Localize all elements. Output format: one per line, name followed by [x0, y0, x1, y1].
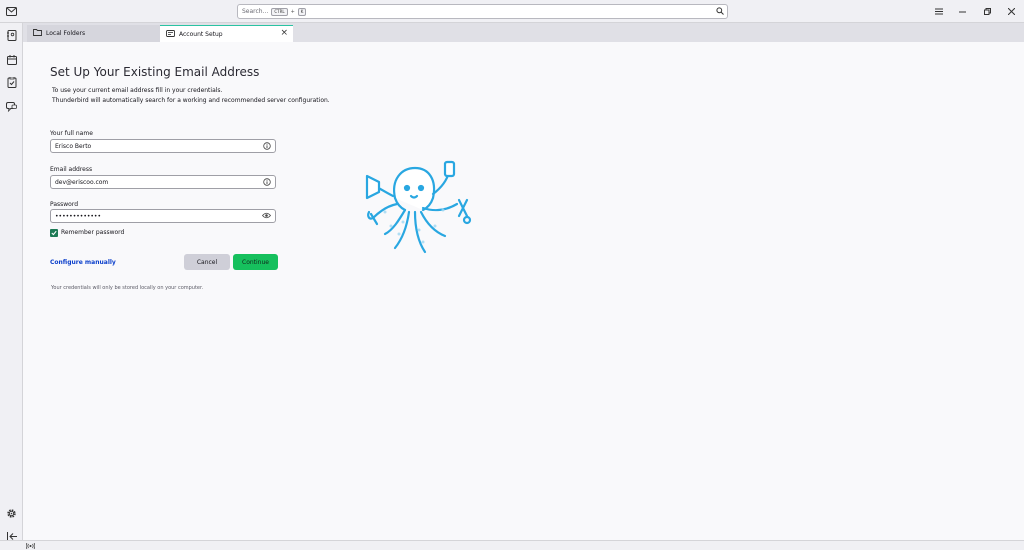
checkmark-icon: [51, 230, 57, 236]
close-window-icon[interactable]: [1004, 5, 1018, 18]
tab-label: Account Setup: [179, 30, 223, 38]
tab-local-folders[interactable]: Local Folders: [27, 25, 161, 42]
shortcut-k-key: K: [297, 7, 307, 16]
address-book-icon[interactable]: [5, 29, 18, 42]
configure-manually-link[interactable]: Configure manually: [50, 259, 116, 266]
search-icon[interactable]: [716, 7, 724, 17]
description-line-2: Thunderbird will automatically search fo…: [52, 97, 330, 104]
tab-label: Local Folders: [46, 30, 86, 37]
chat-icon[interactable]: [5, 100, 18, 113]
global-search-box[interactable]: Search... CTRL + K: [237, 4, 728, 19]
page-description: To use your current email address fill i…: [52, 86, 330, 106]
full-name-field[interactable]: [50, 139, 276, 153]
shortcut-plus: +: [290, 8, 295, 15]
password-label: Password: [50, 201, 79, 208]
settings-icon[interactable]: [5, 507, 18, 520]
description-line-1: To use your current email address fill i…: [52, 87, 223, 94]
hamburger-menu-icon[interactable]: [932, 5, 946, 18]
octopus-mascot-illustration: [365, 160, 472, 254]
calendar-icon[interactable]: [5, 53, 18, 66]
tasks-icon[interactable]: [5, 76, 18, 89]
app-menu-mail-icon[interactable]: [5, 5, 18, 18]
email-label: Email address: [50, 166, 93, 173]
cancel-button[interactable]: Cancel: [184, 254, 230, 270]
minimize-icon[interactable]: [955, 5, 969, 18]
continue-button[interactable]: Continue: [233, 254, 278, 270]
spaces-toolbar: [0, 23, 23, 541]
page-title: Set Up Your Existing Email Address: [50, 65, 260, 79]
email-field[interactable]: [50, 175, 276, 189]
folder-icon: [33, 29, 42, 38]
search-placeholder: Search...: [242, 8, 269, 15]
info-icon[interactable]: [263, 142, 271, 152]
online-status-icon[interactable]: [25, 542, 36, 550]
info-icon[interactable]: [263, 178, 271, 188]
full-name-input[interactable]: [51, 140, 251, 152]
eye-icon[interactable]: [261, 212, 272, 221]
credentials-note: Your credentials will only be stored loc…: [51, 285, 204, 291]
title-bar: Search... CTRL + K: [0, 0, 1024, 23]
email-input[interactable]: [51, 176, 251, 188]
tab-bar: Local Folders Account Setup ×: [23, 23, 1024, 42]
password-input[interactable]: [51, 210, 251, 222]
close-tab-icon[interactable]: ×: [280, 29, 288, 38]
password-field[interactable]: [50, 209, 276, 223]
remember-password-label: Remember password: [61, 229, 125, 236]
remember-password-checkbox[interactable]: [50, 229, 58, 237]
tab-account-setup[interactable]: Account Setup ×: [160, 25, 293, 42]
account-card-icon: [166, 29, 175, 39]
shortcut-ctrl-key: CTRL: [271, 7, 288, 16]
restore-icon[interactable]: [980, 5, 994, 18]
status-bar: [0, 540, 1024, 550]
full-name-label: Your full name: [50, 130, 93, 137]
account-setup-page: Set Up Your Existing Email Address To us…: [23, 42, 1024, 540]
